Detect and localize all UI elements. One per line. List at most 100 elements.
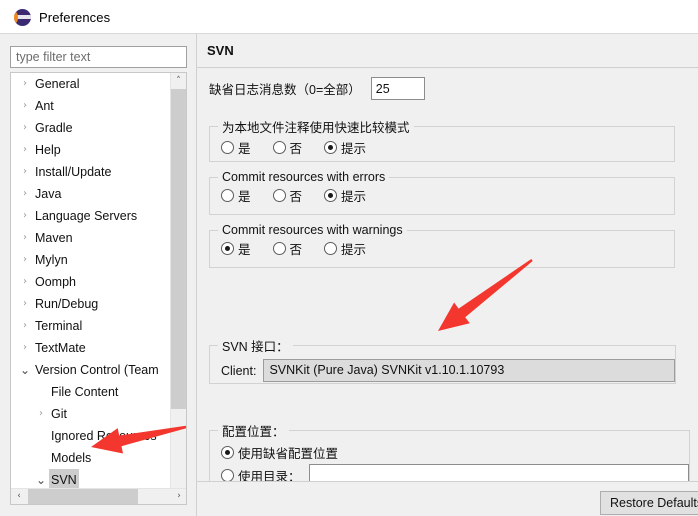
radio-commit-warnings-no[interactable]: 否 (273, 239, 303, 258)
scroll-right-icon[interactable]: › (171, 489, 187, 504)
radio-label: 否 (290, 239, 303, 258)
radio-label: 否 (290, 186, 303, 205)
radio-use-default-config-location[interactable]: 使用缺省配置位置 (221, 443, 338, 462)
sidebar-item-label: TextMate (33, 337, 88, 359)
group-commit-warnings-options: 是 否 提示 (210, 237, 674, 258)
chevron-right-icon[interactable]: › (17, 95, 33, 117)
sidebar-item-java[interactable]: ›Java (11, 183, 171, 205)
radio-label: 提示 (341, 186, 366, 205)
eclipse-icon (14, 9, 31, 26)
radio-dot-icon (221, 141, 234, 154)
restore-defaults-button[interactable]: Restore Defaults (600, 491, 698, 515)
log-limit-label: 缺省日志消息数（0=全部） (209, 79, 361, 98)
sidebar-item-gradle[interactable]: ›Gradle (11, 117, 171, 139)
sidebar-item-textmate[interactable]: ›TextMate (11, 337, 171, 359)
radio-commit-warnings-yes[interactable]: 是 (221, 239, 251, 258)
chevron-right-icon[interactable]: › (17, 249, 33, 271)
log-limit-row: 缺省日志消息数（0=全部） (209, 77, 425, 100)
sidebar-item-install-update[interactable]: ›Install/Update (11, 161, 171, 183)
radio-dot-icon (273, 189, 286, 202)
sidebar-item-label: Models (49, 447, 93, 469)
chevron-right-icon[interactable]: › (17, 139, 33, 161)
sidebar-item-label: Maven (33, 227, 75, 249)
group-svn-interface-legend: SVN 接口： (218, 336, 293, 355)
horizontal-scroll-thumb[interactable] (28, 489, 138, 504)
sidebar-item-label: Terminal (33, 315, 84, 337)
sidebar-item-run-debug[interactable]: ›Run/Debug (11, 293, 171, 315)
radio-quick-compare-yes[interactable]: 是 (221, 138, 251, 157)
sidebar-item-label: General (33, 73, 81, 95)
sidebar-item-help[interactable]: ›Help (11, 139, 171, 161)
radio-commit-errors-no[interactable]: 否 (273, 186, 303, 205)
sidebar-item-label: Ignored Resources (49, 425, 159, 447)
chevron-right-icon[interactable]: › (17, 183, 33, 205)
sidebar-item-oomph[interactable]: ›Oomph (11, 271, 171, 293)
radio-label: 使用缺省配置位置 (238, 443, 338, 462)
chevron-right-icon[interactable]: › (17, 161, 33, 183)
sidebar-item-git[interactable]: ›Git (11, 403, 171, 425)
radio-quick-compare-no[interactable]: 否 (273, 138, 303, 157)
sidebar-item-file-content[interactable]: File Content (11, 381, 171, 403)
radio-label: 否 (290, 138, 303, 157)
tree-horizontal-scrollbar[interactable]: ‹ › (11, 488, 187, 504)
chevron-right-icon[interactable]: › (33, 403, 49, 425)
group-commit-warnings: Commit resources with warnings 是 否 提示 (209, 223, 675, 268)
vertical-scroll-thumb[interactable] (171, 89, 186, 409)
chevron-right-icon[interactable]: › (17, 205, 33, 227)
tree-vertical-scrollbar[interactable]: ˄ ˅ (170, 73, 186, 504)
preferences-content-pane: SVN 缺省日志消息数（0=全部） 为本地文件注释使用快速比较模式 是 (196, 34, 698, 516)
sidebar-item-ignored-resources[interactable]: Ignored Resources (11, 425, 171, 447)
sidebar-item-maven[interactable]: ›Maven (11, 227, 171, 249)
chevron-down-icon[interactable]: ⌄ (17, 359, 33, 381)
chevron-right-icon[interactable]: › (17, 271, 33, 293)
sidebar-item-label: Git (49, 403, 69, 425)
sidebar-item-label: Ant (33, 95, 56, 117)
title-bar: Preferences (0, 0, 698, 34)
svn-client-combo[interactable]: SVNKit (Pure Java) SVNKit v1.10.1.10793 (263, 359, 675, 382)
chevron-right-icon[interactable]: › (17, 293, 33, 315)
radio-dot-icon (221, 242, 234, 255)
sidebar-item-version-control-team[interactable]: ⌄Version Control (Team (11, 359, 171, 381)
sidebar-item-label: Help (33, 139, 63, 161)
radio-dot-icon (221, 189, 234, 202)
sidebar-item-label: Gradle (33, 117, 75, 139)
chevron-down-icon[interactable]: ⌄ (33, 469, 49, 489)
preferences-tree: ›General›Ant›Gradle›Help›Install/Update›… (10, 72, 187, 505)
group-commit-errors: Commit resources with errors 是 否 提示 (209, 170, 675, 215)
sidebar-item-general[interactable]: ›General (11, 73, 171, 95)
sidebar-item-terminal[interactable]: ›Terminal (11, 315, 171, 337)
radio-label: 提示 (341, 239, 366, 258)
chevron-right-icon[interactable]: › (17, 315, 33, 337)
chevron-right-icon[interactable]: › (17, 117, 33, 139)
radio-dot-icon (221, 469, 234, 482)
sidebar-item-language-servers[interactable]: ›Language Servers (11, 205, 171, 227)
radio-label: 是 (238, 239, 251, 258)
scroll-left-icon[interactable]: ‹ (11, 489, 27, 504)
sidebar-item-label: Version Control (Team (33, 359, 161, 381)
chevron-right-icon[interactable]: › (17, 73, 33, 95)
radio-commit-warnings-prompt[interactable]: 提示 (324, 239, 366, 258)
sidebar-item-label: Mylyn (33, 249, 70, 271)
chevron-right-icon[interactable]: › (17, 337, 33, 359)
sidebar-item-label: Run/Debug (33, 293, 100, 315)
sidebar-item-svn[interactable]: ⌄SVN (11, 469, 171, 489)
group-commit-errors-legend: Commit resources with errors (218, 170, 389, 184)
filter-input[interactable] (10, 46, 187, 68)
sidebar-item-label: Oomph (33, 271, 78, 293)
sidebar-item-mylyn[interactable]: ›Mylyn (11, 249, 171, 271)
chevron-right-icon[interactable]: › (17, 227, 33, 249)
radio-quick-compare-prompt[interactable]: 提示 (324, 138, 366, 157)
radio-commit-errors-prompt[interactable]: 提示 (324, 186, 366, 205)
scroll-up-icon[interactable]: ˄ (171, 73, 186, 89)
radio-commit-errors-yes[interactable]: 是 (221, 186, 251, 205)
group-svn-interface: SVN 接口： Client: SVNKit (Pure Java) SVNKi… (209, 336, 676, 384)
preferences-sidebar: ›General›Ant›Gradle›Help›Install/Update›… (10, 46, 188, 506)
sidebar-item-models[interactable]: Models (11, 447, 171, 469)
sidebar-item-label: File Content (49, 381, 120, 403)
sidebar-item-ant[interactable]: ›Ant (11, 95, 171, 117)
svn-client-row: Client: SVNKit (Pure Java) SVNKit v1.10.… (210, 355, 675, 382)
log-limit-input[interactable] (371, 77, 425, 100)
svn-client-label: Client: (221, 364, 256, 378)
radio-dot-icon (273, 141, 286, 154)
radio-label: 提示 (341, 138, 366, 157)
